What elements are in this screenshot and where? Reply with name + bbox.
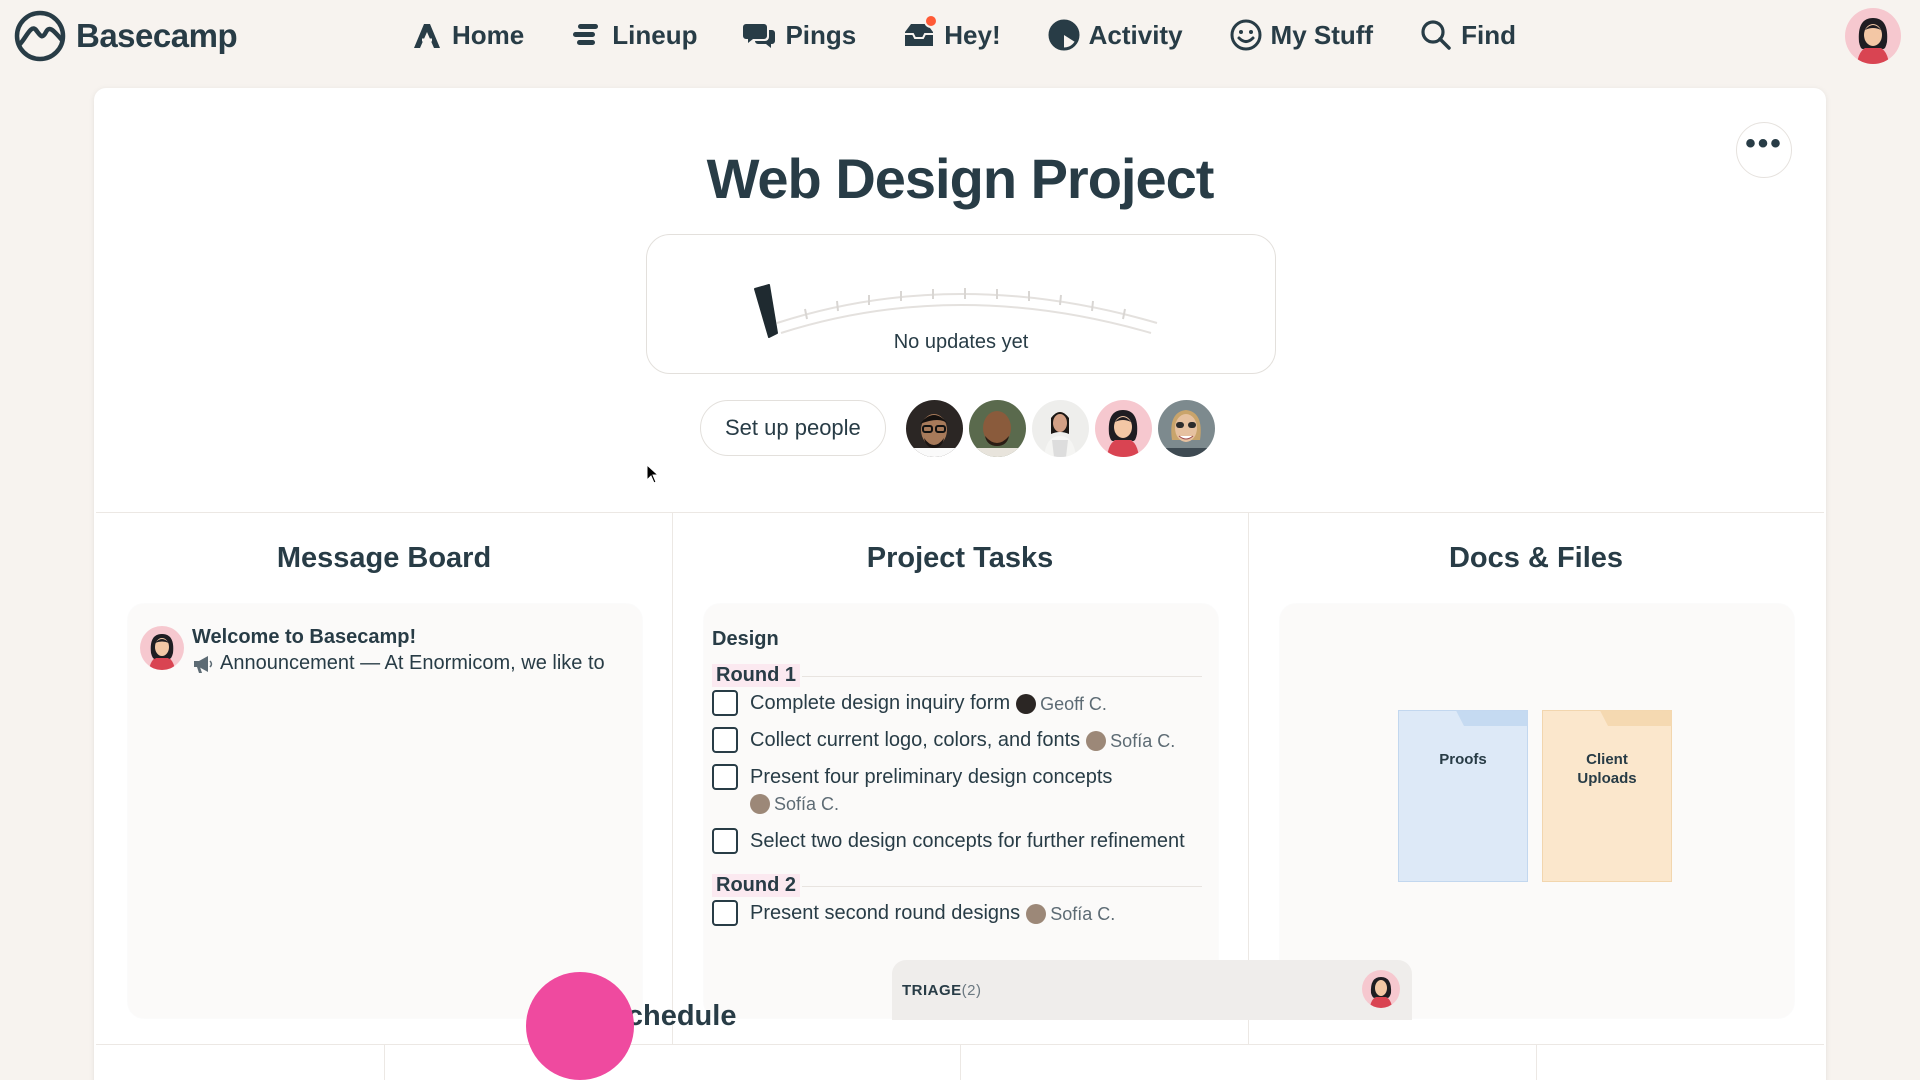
nav-home[interactable]: Home bbox=[410, 14, 524, 56]
member-avatar[interactable] bbox=[1031, 399, 1089, 457]
task-item: Collect current logo, colors, and fonts S… bbox=[712, 727, 1175, 754]
folder-icon bbox=[1542, 710, 1672, 882]
app-name: Basecamp bbox=[76, 17, 238, 54]
task-checkbox[interactable] bbox=[712, 690, 738, 716]
user-avatar-image bbox=[1845, 8, 1901, 64]
basecamp-logo[interactable]: Basecamp bbox=[12, 10, 238, 62]
folder-label: Client Uploads bbox=[1577, 751, 1637, 787]
schedule-title[interactable]: Schedule bbox=[384, 1000, 960, 1033]
task-item: Present four preliminary design concepts… bbox=[712, 764, 1112, 817]
docs-files-panel[interactable]: Proofs Client Uploads bbox=[1280, 604, 1794, 1018]
task-text[interactable]: Collect current logo, colors, and fonts S… bbox=[750, 727, 1175, 754]
triage-label: TRIAGE(2) bbox=[902, 982, 982, 999]
docs-files-title[interactable]: Docs & Files bbox=[1248, 542, 1824, 575]
task-checkbox[interactable] bbox=[712, 828, 738, 854]
nav-hey[interactable]: Hey! bbox=[902, 14, 1001, 56]
nav-pings[interactable]: Pings bbox=[743, 14, 856, 56]
task-checkbox[interactable] bbox=[712, 900, 738, 926]
message-board-title[interactable]: Message Board bbox=[96, 542, 672, 575]
setup-people-button[interactable]: Set up people bbox=[700, 400, 886, 456]
folder-proofs[interactable]: Proofs bbox=[1398, 710, 1528, 882]
task-text[interactable]: Present second round designs Sofía C. bbox=[750, 900, 1115, 927]
current-user-avatar[interactable] bbox=[1845, 8, 1901, 64]
people-row: Set up people bbox=[700, 399, 1215, 457]
task-text[interactable]: Select two design concepts for further r… bbox=[750, 828, 1185, 854]
nav-pings-label: Pings bbox=[785, 19, 857, 50]
project-tasks-title[interactable]: Project Tasks bbox=[672, 542, 1248, 575]
task-group-label[interactable]: Round 2 bbox=[712, 874, 800, 897]
divider bbox=[802, 676, 1202, 677]
assignee-avatar bbox=[750, 793, 770, 814]
divider bbox=[960, 1044, 961, 1080]
assignee-avatar bbox=[1026, 903, 1047, 924]
task-checkbox[interactable] bbox=[712, 764, 738, 790]
mouse-cursor-icon bbox=[646, 464, 660, 484]
message-preview: Announcement — At Enormicom, we like to bbox=[192, 652, 605, 675]
member-avatar[interactable] bbox=[1157, 399, 1215, 457]
project-members bbox=[905, 399, 1215, 457]
divider bbox=[802, 886, 1202, 887]
project-card: ••• Web Design Project No updates yet Se… bbox=[94, 88, 1826, 1080]
message-author-avatar bbox=[140, 626, 184, 670]
divider bbox=[672, 512, 673, 1044]
nav-my-stuff-label: My Stuff bbox=[1270, 19, 1374, 50]
message-body-text: Announcement — At Enormicom, we like to bbox=[220, 652, 605, 674]
task-assignee: Geoff C. bbox=[1016, 691, 1107, 717]
nav-items: Home Lineup Pings Hey! Activity My Stuff… bbox=[410, 14, 1516, 56]
member-avatar[interactable] bbox=[968, 399, 1026, 457]
task-item: Complete design inquiry form Geoff C. bbox=[712, 690, 1107, 717]
nav-lineup-label: Lineup bbox=[612, 19, 698, 50]
top-navigation: Basecamp Home Lineup Pings Hey! Activity… bbox=[0, 0, 1920, 72]
nav-my-stuff[interactable]: My Stuff bbox=[1229, 14, 1374, 56]
task-assignee: Sofía C. bbox=[1086, 728, 1175, 754]
task-text[interactable]: Complete design inquiry form Geoff C. bbox=[750, 690, 1107, 717]
triage-avatar bbox=[1362, 970, 1400, 1008]
nav-find[interactable]: Find bbox=[1419, 14, 1516, 56]
folder-client-uploads[interactable]: Client Uploads bbox=[1542, 710, 1672, 882]
task-item: Select two design concepts for further r… bbox=[712, 828, 1185, 854]
schedule-calendar-badge[interactable] bbox=[526, 972, 634, 1080]
assignee-avatar bbox=[1086, 730, 1107, 751]
folder-icon bbox=[1398, 710, 1528, 882]
nav-lineup[interactable]: Lineup bbox=[570, 14, 697, 56]
message-board-panel[interactable]: Welcome to Basecamp! Announcement — At E… bbox=[128, 604, 642, 1018]
nav-home-label: Home bbox=[452, 19, 525, 50]
project-tasks-panel[interactable]: Design Round 1 Complete design inquiry f… bbox=[704, 604, 1218, 1018]
search-icon bbox=[1421, 20, 1451, 50]
smiley-icon bbox=[1230, 19, 1262, 51]
task-list-name[interactable]: Design bbox=[712, 628, 779, 651]
nav-activity-label: Activity bbox=[1088, 19, 1183, 50]
divider bbox=[96, 512, 1824, 513]
megaphone-icon bbox=[194, 655, 213, 673]
task-assignee: Sofía C. bbox=[1026, 901, 1115, 927]
divider bbox=[384, 1044, 385, 1080]
card-table-triage-column[interactable]: TRIAGE(2) bbox=[892, 960, 1412, 1020]
message-title[interactable]: Welcome to Basecamp! bbox=[192, 626, 416, 649]
folder-label: Proofs bbox=[1439, 751, 1487, 768]
page-title: Web Design Project bbox=[706, 147, 1215, 210]
member-avatar[interactable] bbox=[905, 399, 963, 457]
nav-activity[interactable]: Activity bbox=[1047, 14, 1183, 56]
gauge-status-text: No updates yet bbox=[893, 331, 1029, 353]
member-avatar[interactable] bbox=[1094, 399, 1152, 457]
task-assignee: Sofía C. bbox=[750, 791, 839, 817]
home-icon bbox=[414, 24, 440, 48]
activity-icon bbox=[1048, 19, 1080, 51]
lineup-icon bbox=[573, 24, 599, 45]
task-group-label[interactable]: Round 1 bbox=[712, 664, 800, 687]
task-item: Present second round designs Sofía C. bbox=[712, 900, 1115, 927]
nav-hey-label: Hey! bbox=[944, 19, 1001, 50]
task-checkbox[interactable] bbox=[712, 727, 738, 753]
pings-icon bbox=[743, 24, 776, 48]
nav-find-label: Find bbox=[1461, 19, 1516, 50]
divider bbox=[1536, 1044, 1537, 1080]
task-text[interactable]: Present four preliminary design concepts… bbox=[750, 764, 1112, 817]
assignee-avatar bbox=[1016, 693, 1037, 714]
progress-gauge[interactable]: No updates yet bbox=[646, 234, 1276, 374]
basecamp-logo-icon bbox=[14, 10, 66, 62]
